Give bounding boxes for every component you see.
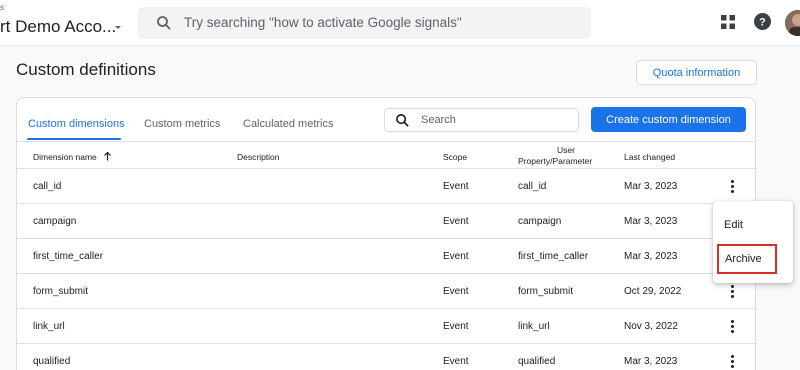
avatar[interactable] — [785, 10, 800, 36]
account-label: s — [0, 3, 4, 12]
cell-property: call_id — [518, 181, 547, 192]
table-row[interactable]: call_id Event call_id Mar 3, 2023 — [17, 169, 755, 204]
more-vert-icon[interactable] — [726, 179, 738, 193]
table-search-placeholder: Search — [421, 114, 456, 126]
quota-information-button[interactable]: Quota information — [636, 60, 757, 85]
caret-down-icon[interactable] — [113, 22, 123, 32]
cell-dimension-name: first_time_caller — [33, 251, 104, 262]
more-vert-icon[interactable] — [726, 319, 738, 333]
global-search-placeholder: Try searching "how to activate Google si… — [184, 15, 462, 30]
page-title: Custom definitions — [16, 60, 156, 79]
table-header: Dimension name Description Scope User Pr… — [17, 141, 755, 169]
cell-last-changed: Mar 3, 2023 — [624, 356, 678, 367]
cell-property: link_url — [518, 321, 550, 332]
cell-scope: Event — [443, 181, 469, 192]
more-vert-icon[interactable] — [726, 284, 738, 298]
cell-scope: Event — [443, 216, 469, 227]
cell-dimension-name: call_id — [33, 181, 62, 192]
menu-item-archive[interactable]: Archive — [717, 244, 777, 274]
cell-property: qualified — [518, 356, 556, 367]
apps-grid-icon[interactable] — [721, 15, 735, 29]
cell-scope: Event — [443, 286, 469, 297]
search-icon — [396, 114, 409, 127]
top-bar: s rt Demo Acco... Try searching "how to … — [0, 0, 800, 46]
tab-custom-dimensions[interactable]: Custom dimensions — [28, 118, 125, 130]
menu-item-edit[interactable]: Edit — [713, 208, 793, 242]
cell-dimension-name: qualified — [33, 356, 71, 367]
cell-scope: Event — [443, 321, 469, 332]
cell-last-changed: Mar 3, 2023 — [624, 181, 678, 192]
column-header-property-parameter: Property/Parameter — [518, 156, 593, 166]
column-header-description: Description — [237, 152, 280, 162]
table-row[interactable]: first_time_caller Event first_time_calle… — [17, 239, 755, 274]
table-row[interactable]: link_url Event link_url Nov 3, 2022 — [17, 309, 755, 344]
tab-calculated-metrics[interactable]: Calculated metrics — [243, 118, 333, 130]
table-search-input[interactable]: Search — [384, 108, 579, 132]
help-icon[interactable]: ? — [754, 13, 771, 30]
global-search-bar[interactable]: Try searching "how to activate Google si… — [138, 7, 591, 39]
account-selector[interactable]: rt Demo Acco... — [0, 17, 116, 37]
cell-property: form_submit — [518, 286, 574, 297]
table-row[interactable]: qualified Event qualified Mar 3, 2023 — [17, 344, 755, 370]
custom-definitions-card: Custom dimensions Custom metrics Calcula… — [16, 97, 756, 370]
tab-custom-metrics[interactable]: Custom metrics — [144, 118, 220, 130]
table-row[interactable]: form_submit Event form_submit Oct 29, 20… — [17, 274, 755, 309]
cell-scope: Event — [443, 356, 469, 367]
cell-dimension-name: link_url — [33, 321, 65, 332]
cell-last-changed: Mar 3, 2023 — [624, 251, 678, 262]
cell-dimension-name: form_submit — [33, 286, 89, 297]
avatar-photo-icon — [785, 10, 800, 36]
row-actions-menu: Edit Archive — [713, 201, 793, 283]
cell-property: campaign — [518, 216, 562, 227]
column-header-scope: Scope — [443, 152, 468, 162]
cell-last-changed: Oct 29, 2022 — [624, 286, 682, 297]
more-vert-icon[interactable] — [726, 354, 738, 368]
column-header-user-label: User — [557, 145, 575, 155]
active-tab-indicator — [27, 138, 121, 140]
svg-text:?: ? — [759, 17, 766, 29]
cell-last-changed: Mar 3, 2023 — [624, 216, 678, 227]
cell-dimension-name: campaign — [33, 216, 77, 227]
cell-last-changed: Nov 3, 2022 — [624, 321, 678, 332]
search-icon — [157, 16, 171, 30]
column-header-last-changed: Last changed — [624, 152, 676, 162]
table-row[interactable]: campaign Event campaign Mar 3, 2023 — [17, 204, 755, 239]
sort-ascending-icon[interactable] — [103, 152, 112, 161]
column-header-dimension-name[interactable]: Dimension name — [33, 152, 97, 162]
create-custom-dimension-button[interactable]: Create custom dimension — [591, 107, 746, 132]
cell-property: first_time_caller — [518, 251, 589, 262]
cell-scope: Event — [443, 251, 469, 262]
